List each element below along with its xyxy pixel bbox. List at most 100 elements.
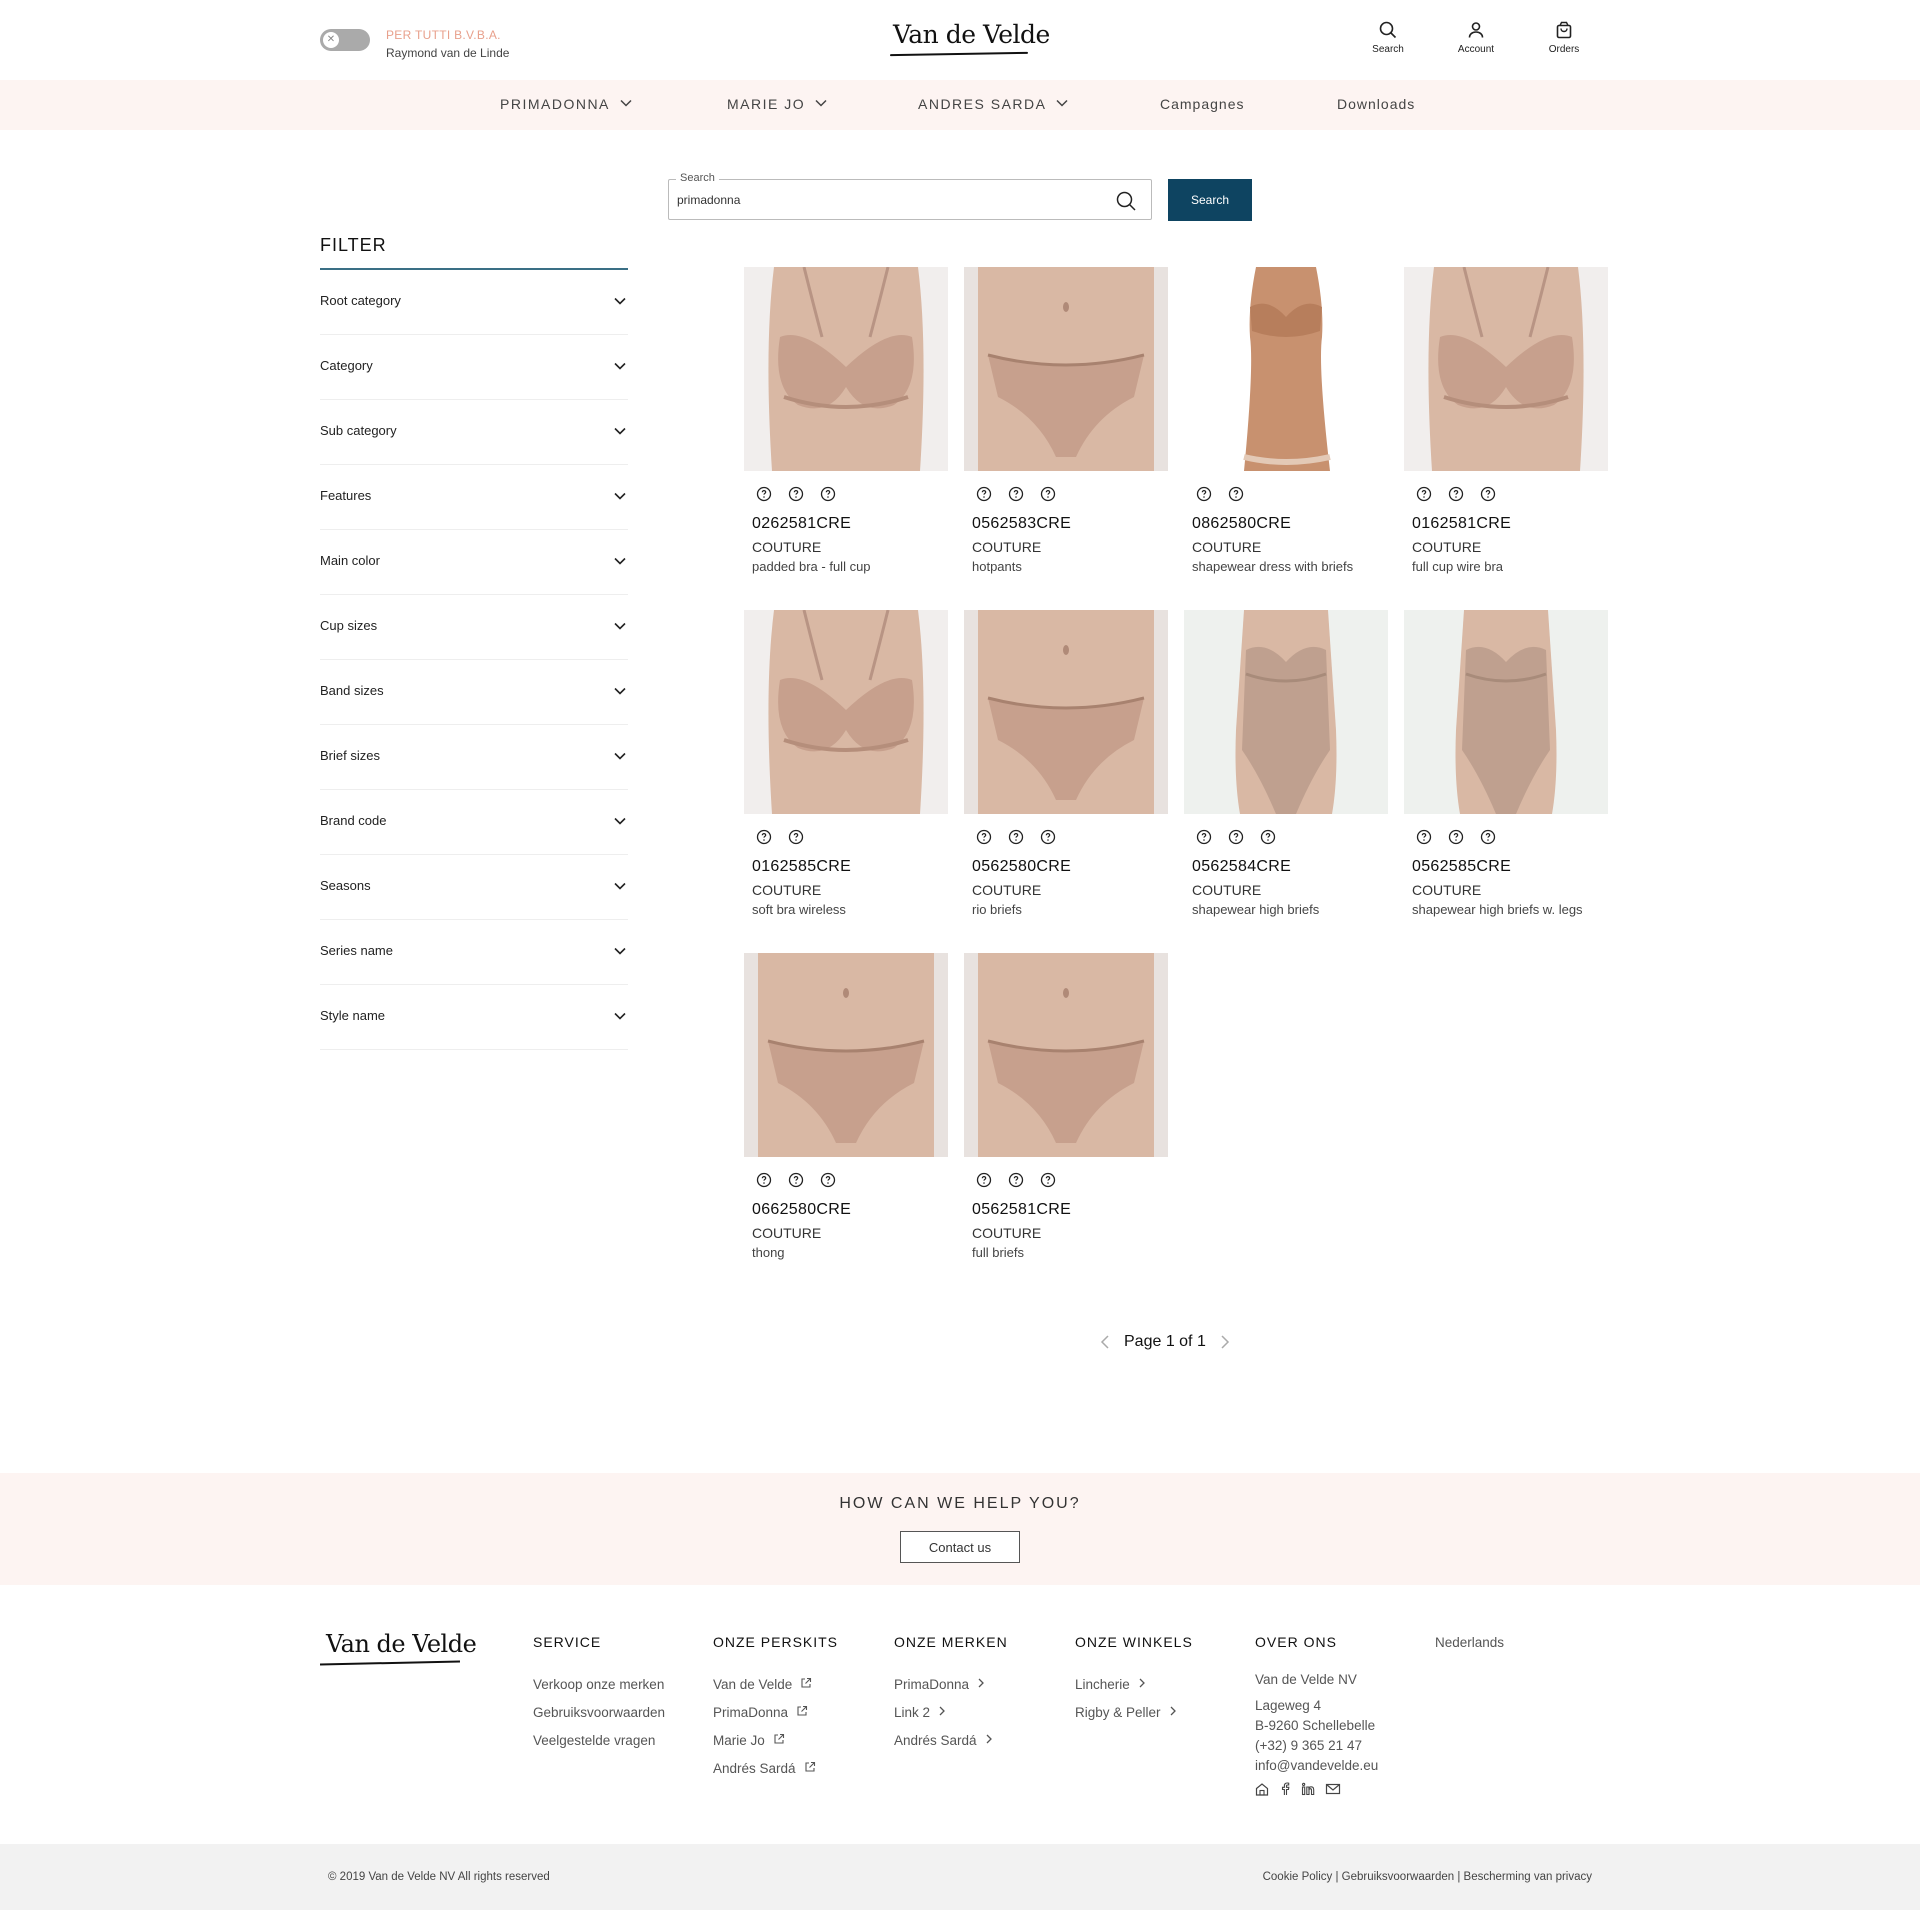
legal-links[interactable]: Cookie Policy | Gebruiksvoorwaarden | Be… — [1263, 1871, 1592, 1883]
footer-link[interactable]: Marie Jo — [713, 1726, 838, 1754]
product-image[interactable] — [964, 610, 1168, 814]
nav-andres-sarda[interactable]: ANDRES SARDA — [918, 96, 1068, 112]
help-icon[interactable] — [788, 1172, 804, 1193]
nav-campagnes[interactable]: Campagnes — [1160, 96, 1245, 112]
filter-category[interactable]: Category — [320, 335, 628, 400]
footer-link[interactable]: Gebruiksvoorwaarden — [533, 1698, 665, 1726]
account-toggle[interactable]: ✕ — [320, 29, 370, 51]
help-icon[interactable] — [1448, 486, 1464, 507]
footer-logo[interactable]: Van de Velde — [326, 1630, 477, 1658]
footer-link[interactable]: Andrés Sardá — [894, 1726, 1008, 1754]
product-image[interactable] — [744, 267, 948, 471]
help-icon[interactable] — [1008, 829, 1024, 850]
product-icons — [756, 486, 836, 507]
footer-link[interactable]: PrimaDonna — [713, 1698, 838, 1726]
search-input[interactable] — [677, 180, 1097, 219]
about-email[interactable]: info@vandevelde.eu — [1255, 1756, 1378, 1776]
footer-link[interactable]: Verkoop onze merken — [533, 1670, 665, 1698]
product-image[interactable] — [964, 267, 1168, 471]
filter-features[interactable]: Features — [320, 465, 628, 530]
help-icon[interactable] — [756, 829, 772, 850]
help-icon[interactable] — [1228, 829, 1244, 850]
contact-us-button[interactable]: Contact us — [900, 1531, 1020, 1563]
facebook-icon[interactable] — [1279, 1782, 1291, 1796]
footer-link[interactable]: Veelgestelde vragen — [533, 1726, 665, 1754]
product-image[interactable] — [1184, 610, 1388, 814]
search-button[interactable]: Search — [1168, 179, 1252, 221]
help-icon[interactable] — [1196, 486, 1212, 507]
chevron-down-icon — [614, 882, 626, 890]
search-field-label: Search — [676, 172, 719, 184]
filter-sub-category[interactable]: Sub category — [320, 400, 628, 465]
footer-link[interactable]: Lincherie — [1075, 1670, 1193, 1698]
filter-brief-sizes[interactable]: Brief sizes — [320, 725, 628, 790]
help-icon[interactable] — [1040, 829, 1056, 850]
help-icon[interactable] — [820, 486, 836, 507]
product-image[interactable] — [1404, 267, 1608, 471]
help-icon[interactable] — [820, 1172, 836, 1193]
help-icon[interactable] — [756, 486, 772, 507]
help-icon[interactable] — [1260, 829, 1276, 850]
help-icon[interactable] — [1448, 829, 1464, 850]
filter-root-category[interactable]: Root category — [320, 270, 628, 335]
search-icon[interactable] — [1115, 190, 1137, 212]
logo[interactable]: Van de Velde — [893, 20, 1050, 49]
help-icon[interactable] — [1416, 486, 1432, 507]
linkedin-icon[interactable] — [1301, 1782, 1315, 1796]
product-image[interactable] — [1404, 610, 1608, 814]
product-card[interactable]: 0162581CRE COUTURE full cup wire bra — [1404, 267, 1608, 577]
footer-link[interactable]: Van de Velde — [713, 1670, 838, 1698]
nav-marie-jo[interactable]: MARIE JO — [727, 96, 827, 112]
header-search-button[interactable]: Search — [1358, 20, 1418, 55]
filter-style-name[interactable]: Style name — [320, 985, 628, 1050]
help-icon[interactable] — [1008, 1172, 1024, 1193]
nav-primadonna[interactable]: PRIMADONNA — [500, 96, 632, 112]
product-card[interactable]: 0662580CRE COUTURE thong — [744, 953, 948, 1263]
product-card[interactable]: 0562581CRE COUTURE full briefs — [964, 953, 1168, 1263]
help-icon[interactable] — [976, 829, 992, 850]
help-icon[interactable] — [1008, 486, 1024, 507]
product-image[interactable] — [744, 610, 948, 814]
product-card[interactable]: 0862580CRE COUTURE shapewear dress with br… — [1184, 267, 1388, 577]
help-icon[interactable] — [788, 486, 804, 507]
help-icon[interactable] — [1480, 486, 1496, 507]
footer-col-title: ONZE MERKEN — [894, 1634, 1008, 1650]
filter-series-name[interactable]: Series name — [320, 920, 628, 985]
filter-band-sizes[interactable]: Band sizes — [320, 660, 628, 725]
help-icon[interactable] — [788, 829, 804, 850]
product-image[interactable] — [964, 953, 1168, 1157]
help-icon[interactable] — [1416, 829, 1432, 850]
help-icon[interactable] — [976, 486, 992, 507]
filter-seasons[interactable]: Seasons — [320, 855, 628, 920]
product-card[interactable]: 0562585CRE COUTURE shapewear high briefs w… — [1404, 610, 1608, 920]
product-card[interactable]: 0562583CRE COUTURE hotpants — [964, 267, 1168, 577]
filter-cup-sizes[interactable]: Cup sizes — [320, 595, 628, 660]
help-icon[interactable] — [1040, 486, 1056, 507]
help-icon[interactable] — [1480, 829, 1496, 850]
home-icon[interactable] — [1255, 1782, 1269, 1796]
help-icon[interactable] — [1228, 486, 1244, 507]
help-icon[interactable] — [976, 1172, 992, 1193]
help-icon[interactable] — [1040, 1172, 1056, 1193]
product-card[interactable]: 0262581CRE COUTURE padded bra - full cup — [744, 267, 948, 577]
language-selector[interactable]: Nederlands — [1435, 1635, 1504, 1650]
nav-downloads[interactable]: Downloads — [1337, 96, 1415, 112]
product-card[interactable]: 0562584CRE COUTURE shapewear high briefs — [1184, 610, 1388, 920]
orders-button[interactable]: Orders — [1534, 20, 1594, 55]
product-image[interactable] — [1184, 267, 1388, 471]
filter-brand-code[interactable]: Brand code — [320, 790, 628, 855]
product-card[interactable]: 0162585CRE COUTURE soft bra wireless — [744, 610, 948, 920]
footer-link[interactable]: PrimaDonna — [894, 1670, 1008, 1698]
footer-link[interactable]: Link 2 — [894, 1698, 1008, 1726]
mail-icon[interactable] — [1325, 1782, 1341, 1796]
footer-link[interactable]: Rigby & Peller — [1075, 1698, 1193, 1726]
product-card[interactable]: 0562580CRE COUTURE rio briefs — [964, 610, 1168, 920]
chevron-left-icon[interactable] — [1100, 1334, 1110, 1350]
filter-main-color[interactable]: Main color — [320, 530, 628, 595]
account-button[interactable]: Account — [1446, 20, 1506, 55]
chevron-right-icon[interactable] — [1220, 1334, 1230, 1350]
footer-link[interactable]: Andrés Sardá — [713, 1754, 838, 1782]
product-image[interactable] — [744, 953, 948, 1157]
help-icon[interactable] — [1196, 829, 1212, 850]
help-icon[interactable] — [756, 1172, 772, 1193]
